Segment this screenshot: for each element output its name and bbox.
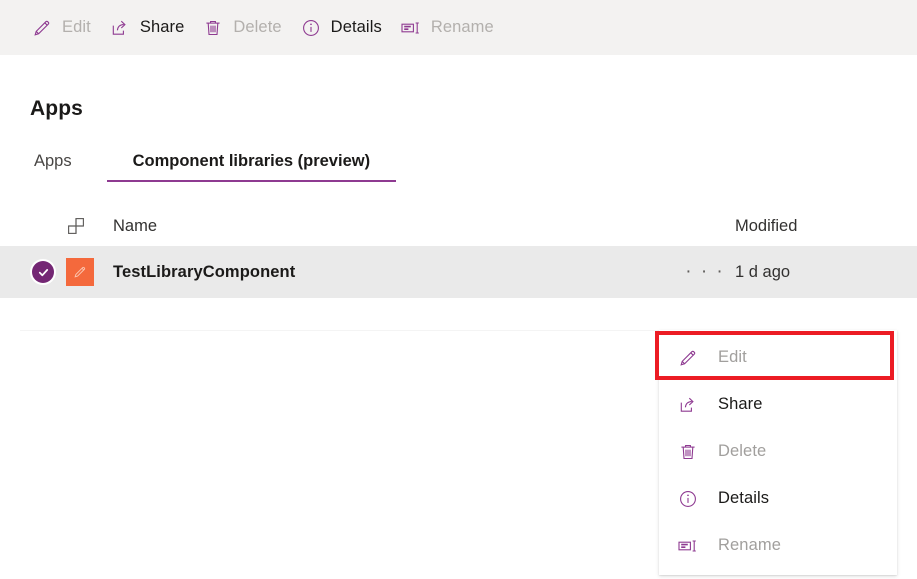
info-icon: [300, 17, 322, 39]
checkmark-icon: [32, 261, 54, 283]
page-content: Apps Apps Component libraries (preview): [0, 55, 917, 331]
header-name-label: Name: [113, 216, 158, 235]
command-bar: Edit Share Delete Details Rename: [0, 0, 917, 55]
menu-item-share-label: Share: [718, 395, 763, 413]
table-row[interactable]: TestLibraryComponent · · · 1 d ago: [0, 246, 917, 298]
menu-item-edit[interactable]: Edit: [659, 334, 897, 381]
row-checkbox[interactable]: [20, 261, 66, 283]
row-app-icon-cell: [66, 258, 113, 286]
command-share[interactable]: Share: [100, 8, 194, 48]
command-details-label: Details: [330, 18, 382, 36]
command-share-label: Share: [139, 18, 185, 36]
tab-component-libraries[interactable]: Component libraries (preview): [106, 152, 397, 182]
menu-item-rename-label: Rename: [718, 536, 781, 554]
menu-item-share[interactable]: Share: [659, 381, 897, 428]
command-edit-label: Edit: [62, 18, 91, 36]
tab-list: Apps Component libraries (preview): [0, 152, 917, 182]
rename-icon: [677, 535, 699, 557]
header-modified-cell[interactable]: Modified: [735, 217, 917, 236]
tab-apps[interactable]: Apps: [30, 152, 76, 182]
row-context-menu: Edit Share Delete Details Rename: [659, 330, 897, 575]
tab-component-libraries-label: Component libraries (preview): [132, 152, 371, 170]
menu-item-edit-label: Edit: [718, 348, 747, 366]
command-delete-label: Delete: [233, 18, 282, 36]
rename-icon: [400, 17, 422, 39]
more-options-icon: · · ·: [685, 261, 725, 282]
menu-item-details-label: Details: [718, 489, 770, 507]
trash-icon: [202, 17, 224, 39]
page-title: Apps: [30, 97, 83, 120]
command-details[interactable]: Details: [291, 8, 391, 48]
list-header-row: Name Modified: [0, 206, 917, 246]
command-rename[interactable]: Rename: [391, 8, 503, 48]
pencil-icon: [677, 347, 699, 369]
pencil-icon: [31, 17, 53, 39]
row-name-label: TestLibraryComponent: [113, 262, 296, 281]
row-name-cell[interactable]: TestLibraryComponent: [113, 263, 675, 282]
info-icon: [677, 488, 699, 510]
menu-item-delete[interactable]: Delete: [659, 428, 897, 475]
header-icon-cell: [66, 216, 113, 236]
share-icon: [677, 394, 699, 416]
command-edit[interactable]: Edit: [22, 8, 100, 48]
header-name-cell[interactable]: Name: [113, 217, 675, 236]
command-rename-label: Rename: [430, 18, 494, 36]
menu-item-details[interactable]: Details: [659, 475, 897, 522]
component-grid-icon: [66, 216, 86, 236]
row-modified-cell: 1 d ago: [735, 263, 917, 282]
row-modified-label: 1 d ago: [735, 262, 791, 281]
header-modified-label: Modified: [735, 216, 798, 235]
menu-item-rename[interactable]: Rename: [659, 522, 897, 569]
apps-list: Name Modified TestLibraryComponent · · ·…: [0, 206, 917, 331]
command-delete[interactable]: Delete: [193, 8, 290, 48]
menu-item-delete-label: Delete: [718, 442, 767, 460]
tab-apps-label: Apps: [34, 152, 72, 170]
trash-icon: [677, 441, 699, 463]
share-icon: [109, 17, 131, 39]
orange-pencil-app-icon: [66, 258, 94, 286]
row-overflow-button[interactable]: · · ·: [675, 261, 735, 282]
